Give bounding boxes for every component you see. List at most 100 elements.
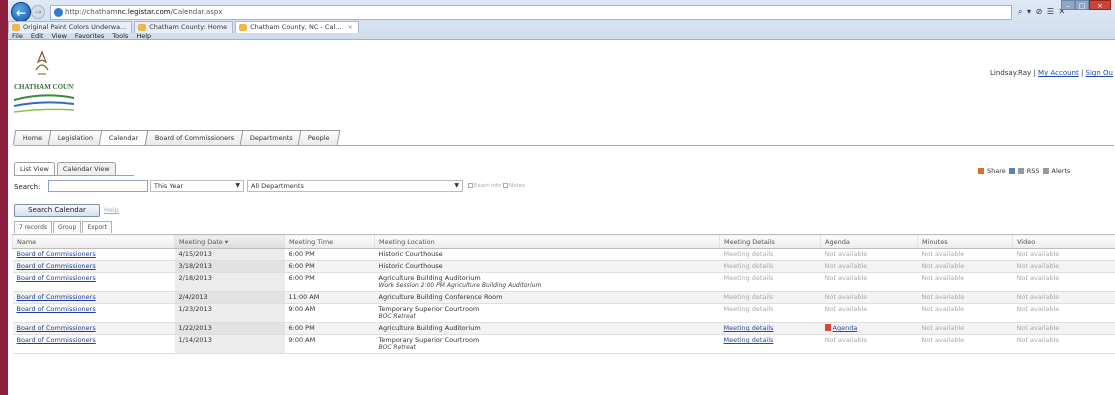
cell-date: 2/4/2013 bbox=[174, 291, 285, 304]
location-note: BOC Retreat bbox=[378, 313, 416, 320]
tab-close-icon[interactable]: × bbox=[347, 23, 352, 31]
menu-edit[interactable]: Edit bbox=[31, 32, 44, 40]
col-header-meeting-location[interactable]: Meeting Location bbox=[374, 234, 720, 249]
cell-location: Temporary Superior Courtroom BOC Retreat bbox=[374, 334, 720, 354]
meeting-name-link[interactable]: Board of Commissioners bbox=[17, 250, 96, 258]
col-header-agenda[interactable]: Agenda bbox=[820, 234, 918, 249]
cell-name: Board of Commissioners bbox=[12, 291, 175, 304]
sort-down-icon: ▾ bbox=[224, 237, 229, 246]
cell-video: Not available bbox=[1012, 272, 1115, 292]
alerts-icon[interactable] bbox=[1042, 168, 1049, 174]
tab-calendar[interactable]: Calendar bbox=[98, 130, 149, 145]
alerts-label[interactable]: Alerts bbox=[1052, 167, 1071, 175]
col-header-video[interactable]: Video bbox=[1012, 234, 1115, 249]
forward-button[interactable]: → bbox=[31, 5, 45, 19]
meeting-name-link[interactable]: Board of Commissioners bbox=[17, 293, 96, 301]
export-button[interactable]: Export bbox=[82, 221, 112, 233]
close-icon[interactable]: × bbox=[1089, 0, 1111, 10]
cell-video: Not available bbox=[1012, 303, 1115, 323]
share-label[interactable]: Share bbox=[987, 167, 1006, 175]
agenda-link[interactable]: Agenda bbox=[833, 324, 858, 332]
tab-board-of-commissioners[interactable]: Board of Commissioners bbox=[144, 130, 245, 145]
share-icon[interactable] bbox=[978, 168, 984, 174]
col-header-label: Meeting Date bbox=[179, 237, 223, 246]
maximize-icon[interactable]: □ bbox=[1075, 0, 1089, 10]
username: Lindsay.Ray bbox=[990, 69, 1032, 77]
rss-label[interactable]: RSS bbox=[1027, 167, 1040, 175]
rss-icon[interactable] bbox=[1017, 168, 1024, 174]
address-bar[interactable]: http://chathamnc.legistar.com/Calendar.a… bbox=[50, 5, 1012, 20]
chatham-county-logo[interactable]: CHATHAM COUNTY bbox=[13, 48, 83, 126]
search-calendar-button[interactable]: Search Calendar bbox=[14, 204, 100, 217]
cell-video: Not available bbox=[1012, 322, 1115, 335]
tab-departments[interactable]: Departments bbox=[239, 130, 303, 145]
tab-calendar-view[interactable]: Calendar View bbox=[56, 162, 116, 175]
share-bar: Share RSS Alerts bbox=[978, 167, 1070, 175]
cell-name: Board of Commissioners bbox=[12, 334, 175, 354]
meeting-details-link[interactable]: Meeting details bbox=[724, 336, 774, 344]
cell-details: Meeting details bbox=[719, 260, 821, 273]
cell-name: Board of Commissioners bbox=[12, 272, 175, 292]
cell-video: Not available bbox=[1012, 260, 1115, 273]
help-link[interactable]: Help bbox=[104, 206, 119, 214]
menu-file[interactable]: File bbox=[12, 32, 23, 40]
meeting-name-link[interactable]: Board of Commissioners bbox=[17, 305, 96, 313]
menu-bar: File Edit View Favorites Tools Help bbox=[8, 32, 151, 40]
location-text: Historic Courthouse bbox=[378, 250, 443, 258]
favicon-icon bbox=[239, 24, 248, 31]
location-text: Historic Courthouse bbox=[378, 262, 443, 270]
meeting-name-link[interactable]: Board of Commissioners bbox=[17, 262, 96, 270]
tab-people[interactable]: People bbox=[298, 130, 341, 145]
meeting-name-link[interactable]: Board of Commissioners bbox=[17, 336, 96, 344]
menu-favorites[interactable]: Favorites bbox=[75, 32, 104, 40]
tab-label: Legislation bbox=[58, 134, 94, 142]
table-header-row: Name Meeting Date ▾ Meeting Time Meeting… bbox=[12, 234, 1115, 249]
social-icon[interactable] bbox=[1008, 168, 1015, 174]
tab-label: People bbox=[308, 134, 330, 142]
col-header-minutes[interactable]: Minutes bbox=[917, 234, 1013, 249]
logo-text: CHATHAM COUNTY bbox=[14, 83, 74, 91]
menu-view[interactable]: View bbox=[51, 32, 66, 40]
address-tools[interactable]: ⌕ ▾ ⊘ ☰ ✕ bbox=[1018, 7, 1066, 17]
search-input[interactable] bbox=[48, 180, 148, 192]
tab-home[interactable]: Home bbox=[12, 130, 53, 145]
cell-location: Historic Courthouse bbox=[374, 248, 720, 261]
meeting-name-link[interactable]: Board of Commissioners bbox=[17, 324, 96, 332]
main-nav-tabs: Home Legislation Calendar Board of Commi… bbox=[12, 130, 341, 145]
notes-checkbox[interactable] bbox=[503, 183, 509, 188]
browser-tab-label: Chatham County: Home bbox=[149, 23, 228, 31]
cell-agenda: Not available bbox=[820, 291, 918, 304]
my-account-link[interactable]: My Account bbox=[1038, 69, 1079, 77]
group-button[interactable]: Group bbox=[53, 221, 82, 233]
col-header-meeting-time[interactable]: Meeting Time bbox=[284, 234, 375, 249]
sign-out-link[interactable]: Sign Ou bbox=[1086, 69, 1113, 77]
tab-legislation[interactable]: Legislation bbox=[47, 130, 104, 145]
col-header-meeting-details[interactable]: Meeting Details bbox=[719, 234, 821, 249]
window-controls: – □ × bbox=[1061, 0, 1111, 10]
col-header-meeting-date[interactable]: Meeting Date ▾ bbox=[174, 234, 285, 249]
department-select[interactable]: All Departments ▼ bbox=[247, 180, 463, 192]
tab-list-view[interactable]: List View bbox=[14, 162, 55, 175]
menu-help[interactable]: Help bbox=[136, 32, 151, 40]
col-header-name[interactable]: Name bbox=[12, 234, 175, 249]
location-text: Temporary Superior Courtroom bbox=[378, 336, 480, 344]
cell-name: Board of Commissioners bbox=[12, 260, 175, 273]
minimize-icon[interactable]: – bbox=[1061, 0, 1075, 10]
meeting-details-link[interactable]: Meeting details bbox=[724, 324, 774, 332]
cell-time: 6:00 PM bbox=[284, 322, 375, 335]
url-prefix: http:// bbox=[65, 8, 87, 16]
year-select[interactable]: This Year ▼ bbox=[150, 180, 244, 192]
view-tabs: List View Calendar View bbox=[14, 162, 118, 175]
exact-checkbox[interactable] bbox=[468, 183, 473, 188]
department-select-value: All Departments bbox=[251, 182, 304, 190]
cell-agenda: Not available bbox=[820, 260, 918, 273]
meeting-name-link[interactable]: Board of Commissioners bbox=[17, 274, 96, 282]
back-button[interactable]: ← bbox=[11, 2, 31, 22]
separator: | bbox=[1033, 69, 1036, 77]
table-row: Board of Commissioners 1/14/2013 9:00 AM… bbox=[12, 334, 1115, 354]
table-row: Board of Commissioners 4/15/2013 6:00 PM… bbox=[12, 248, 1115, 261]
cell-details: Meeting details bbox=[719, 334, 821, 354]
menu-tools[interactable]: Tools bbox=[112, 32, 128, 40]
url-path: /Calendar.aspx bbox=[170, 8, 223, 16]
browser-tab-active[interactable]: Chatham County, NC - Cal... × bbox=[235, 21, 359, 33]
